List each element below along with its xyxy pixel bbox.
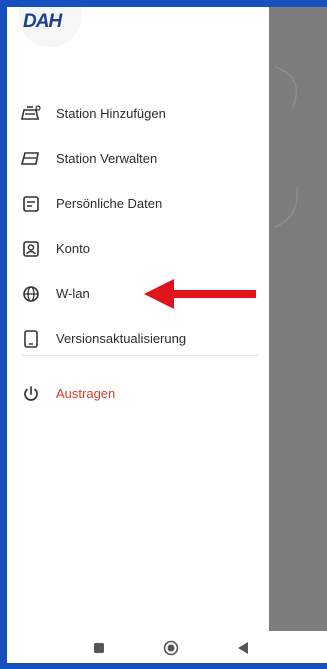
menu-item-label: W-lan bbox=[56, 286, 90, 301]
account-icon bbox=[21, 239, 41, 259]
logo-container: DAH bbox=[19, 7, 81, 47]
red-arrow-annotation bbox=[144, 279, 256, 309]
menu-item-label: Versionsaktualisierung bbox=[56, 331, 187, 346]
home-icon bbox=[163, 640, 179, 661]
menu-item-label: Station Verwalten bbox=[56, 151, 158, 166]
menu-item-logout[interactable]: Austragen bbox=[7, 371, 269, 416]
system-navigation-bar bbox=[7, 631, 327, 663]
globe-icon bbox=[21, 284, 41, 304]
home-button[interactable] bbox=[151, 631, 191, 663]
menu-item-station-add[interactable]: Station Hinzufügen bbox=[7, 91, 269, 136]
logo-text: DAH bbox=[23, 11, 62, 32]
device-screen: DAH Station Hinzufügen Station Verwalten bbox=[7, 7, 327, 663]
menu-item-label: Konto bbox=[56, 241, 90, 256]
tablet-icon bbox=[21, 329, 41, 349]
menu-item-station-manage[interactable]: Station Verwalten bbox=[7, 136, 269, 181]
menu-item-account[interactable]: Konto bbox=[7, 226, 269, 271]
menu-item-personal-data[interactable]: Persönliche Daten bbox=[7, 181, 269, 226]
background-decoration bbox=[275, 66, 299, 228]
back-button[interactable] bbox=[223, 631, 263, 663]
station-manage-icon bbox=[21, 149, 41, 169]
personal-data-icon bbox=[21, 194, 41, 214]
menu-divider bbox=[21, 355, 259, 356]
navigation-drawer: DAH Station Hinzufügen Station Verwalten bbox=[7, 7, 269, 631]
power-icon bbox=[21, 384, 41, 404]
recent-apps-icon bbox=[93, 641, 105, 659]
menu-item-label: Persönliche Daten bbox=[56, 196, 163, 211]
drawer-menu: Station Hinzufügen Station Verwalten Per… bbox=[7, 91, 269, 416]
app-logo: DAH bbox=[23, 11, 62, 33]
menu-item-label: Austragen bbox=[56, 386, 116, 401]
back-icon bbox=[237, 641, 249, 660]
recent-apps-button[interactable] bbox=[79, 631, 119, 663]
menu-item-label: Station Hinzufügen bbox=[56, 106, 166, 121]
station-add-icon bbox=[21, 104, 41, 124]
